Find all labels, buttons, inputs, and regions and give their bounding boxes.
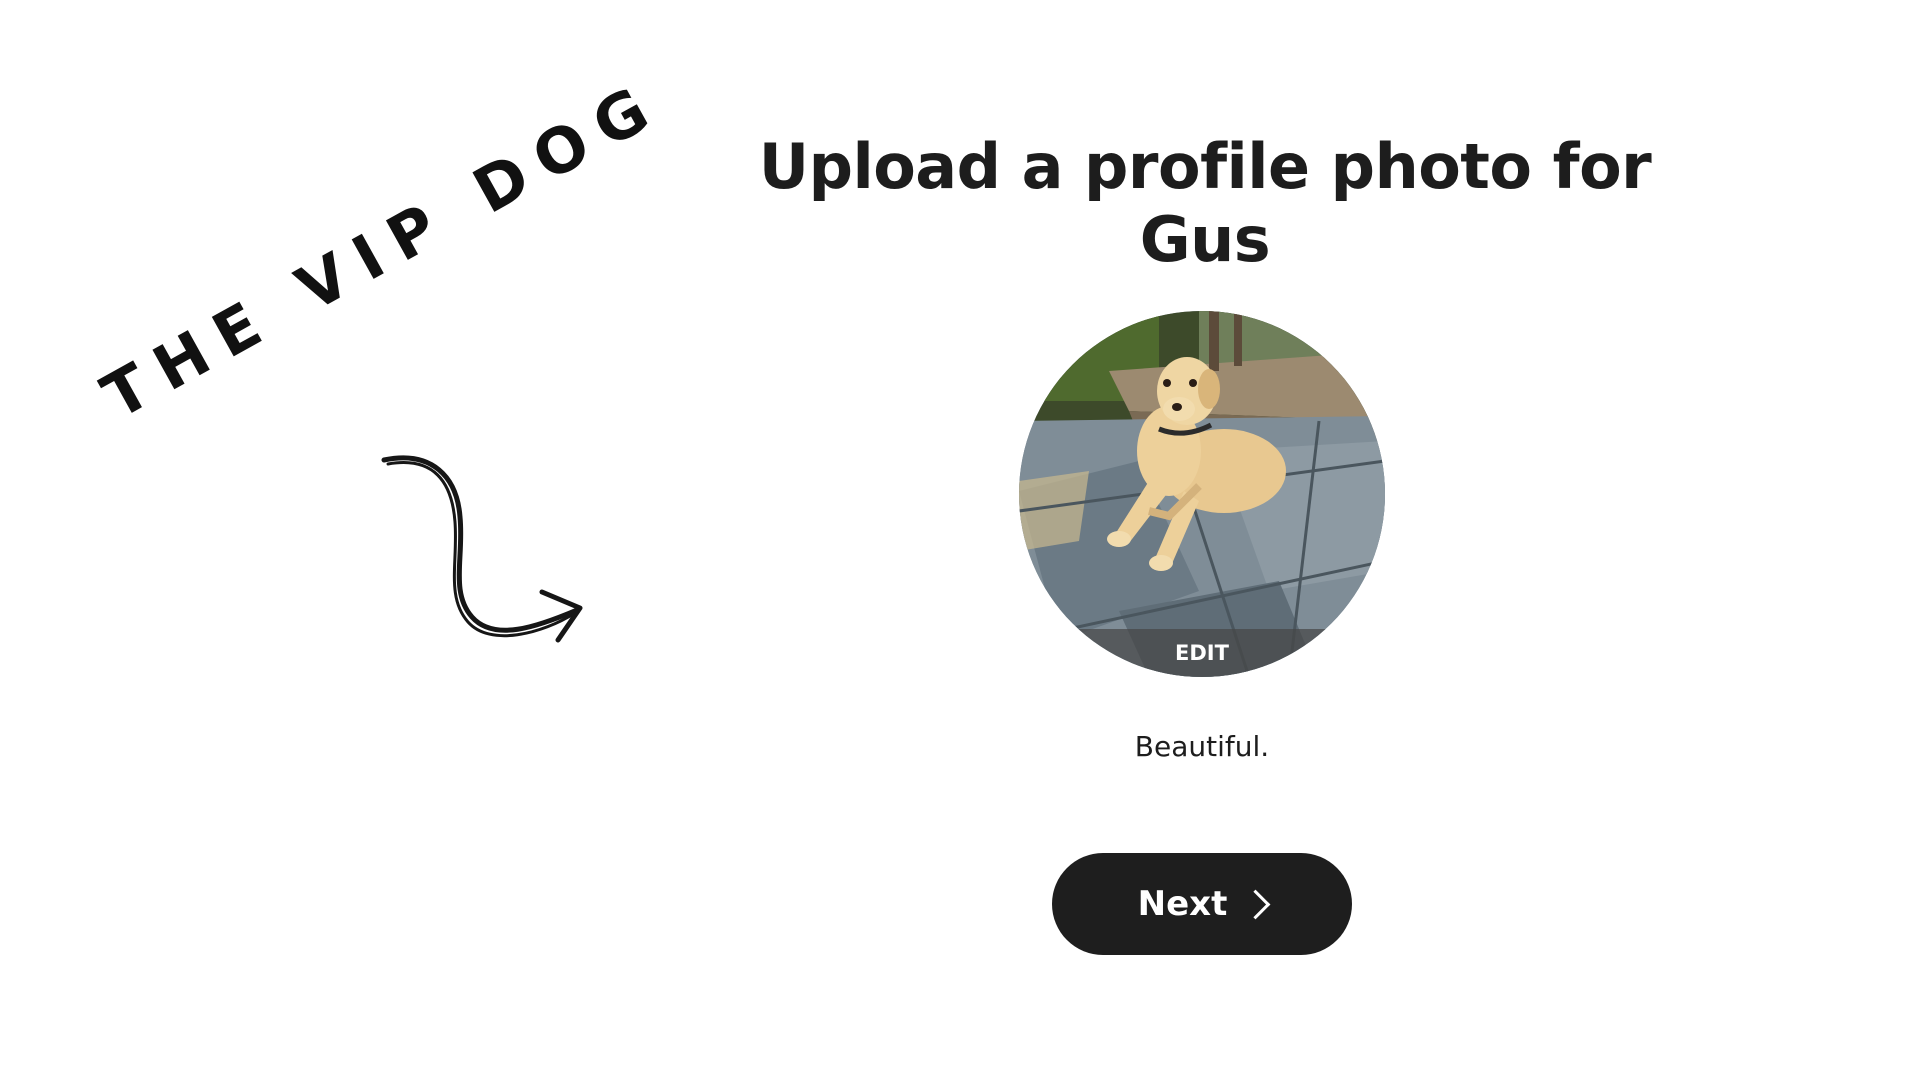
dog-photo bbox=[1019, 311, 1385, 677]
next-button-label: Next bbox=[1137, 884, 1228, 924]
brand-annotation: THE VIP DOG bbox=[90, 65, 675, 434]
chevron-right-icon bbox=[1240, 889, 1271, 919]
next-button[interactable]: Next bbox=[1052, 853, 1352, 955]
edit-photo-button[interactable]: EDIT bbox=[1019, 629, 1385, 677]
curved-arrow-icon bbox=[381, 455, 583, 643]
page: THE VIP DOG Upload a profile photo for G… bbox=[0, 0, 1920, 1080]
page-title: Upload a profile photo for Gus bbox=[758, 130, 1652, 276]
photo-caption: Beautiful. bbox=[1134, 730, 1270, 763]
profile-photo-avatar[interactable]: EDIT bbox=[1019, 311, 1385, 677]
